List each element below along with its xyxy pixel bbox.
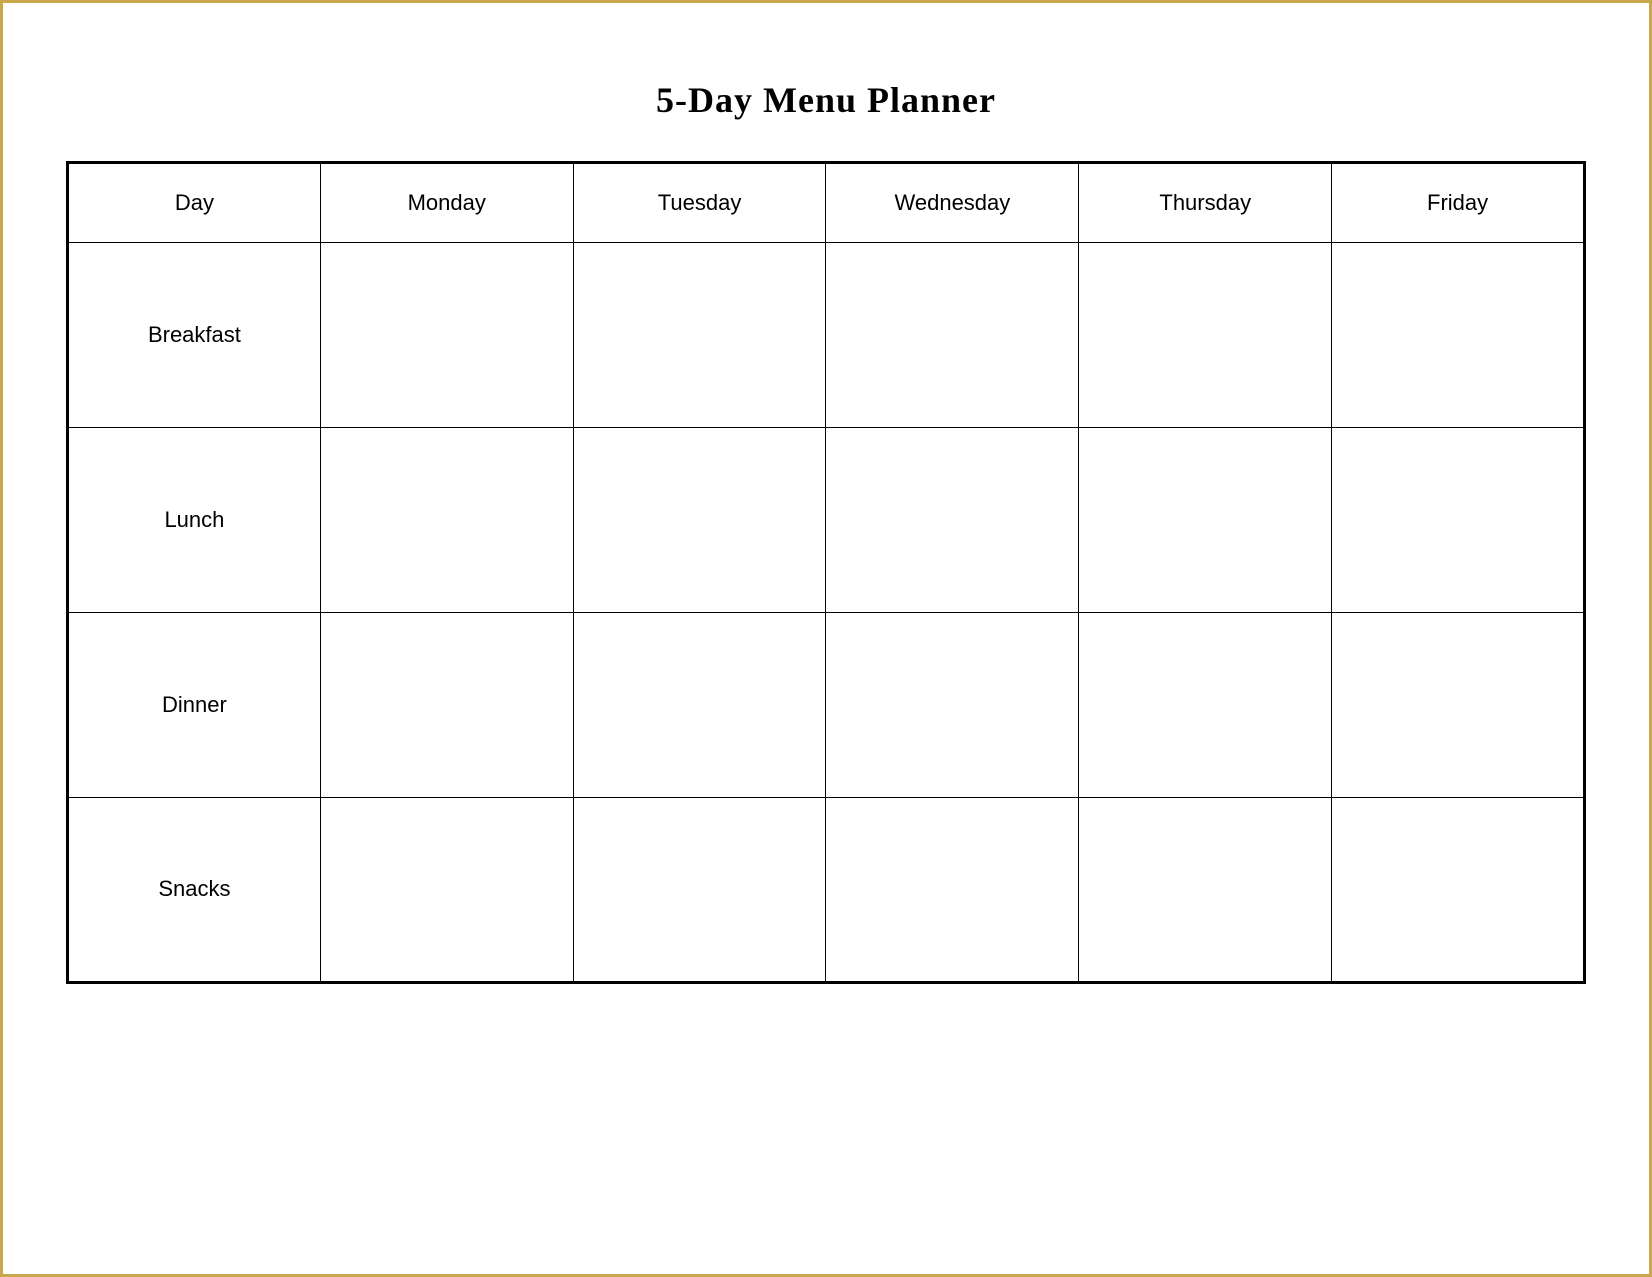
col-header-tuesday: Tuesday [573,162,826,242]
cell-breakfast-tuesday[interactable] [573,242,826,427]
row-snacks: Snacks [68,797,1585,982]
cell-snacks-thursday[interactable] [1079,797,1332,982]
cell-dinner-tuesday[interactable] [573,612,826,797]
cell-snacks-monday[interactable] [320,797,573,982]
cell-dinner-wednesday[interactable] [826,612,1079,797]
header-row: Day Monday Tuesday Wednesday Thursday Fr… [68,162,1585,242]
col-header-monday: Monday [320,162,573,242]
planner-table: Day Monday Tuesday Wednesday Thursday Fr… [66,161,1586,984]
table-body: Breakfast Lunch Dinner [68,242,1585,982]
cell-dinner-thursday[interactable] [1079,612,1332,797]
cell-lunch-monday[interactable] [320,427,573,612]
row-lunch: Lunch [68,427,1585,612]
col-header-wednesday: Wednesday [826,162,1079,242]
row-dinner: Dinner [68,612,1585,797]
cell-breakfast-friday[interactable] [1332,242,1585,427]
cell-breakfast-thursday[interactable] [1079,242,1332,427]
cell-dinner-monday[interactable] [320,612,573,797]
cell-snacks-friday[interactable] [1332,797,1585,982]
col-header-friday: Friday [1332,162,1585,242]
cell-snacks-wednesday[interactable] [826,797,1079,982]
cell-lunch-wednesday[interactable] [826,427,1079,612]
label-lunch: Lunch [68,427,321,612]
cell-lunch-thursday[interactable] [1079,427,1332,612]
col-header-thursday: Thursday [1079,162,1332,242]
cell-breakfast-wednesday[interactable] [826,242,1079,427]
cell-snacks-tuesday[interactable] [573,797,826,982]
cell-dinner-friday[interactable] [1332,612,1585,797]
cell-lunch-friday[interactable] [1332,427,1585,612]
label-snacks: Snacks [68,797,321,982]
page-title: 5-Day Menu Planner [656,79,996,121]
col-header-day: Day [68,162,321,242]
cell-breakfast-monday[interactable] [320,242,573,427]
page-container: 5-Day Menu Planner Day Monday Tuesday We… [36,49,1616,1229]
row-breakfast: Breakfast [68,242,1585,427]
cell-lunch-tuesday[interactable] [573,427,826,612]
label-dinner: Dinner [68,612,321,797]
label-breakfast: Breakfast [68,242,321,427]
